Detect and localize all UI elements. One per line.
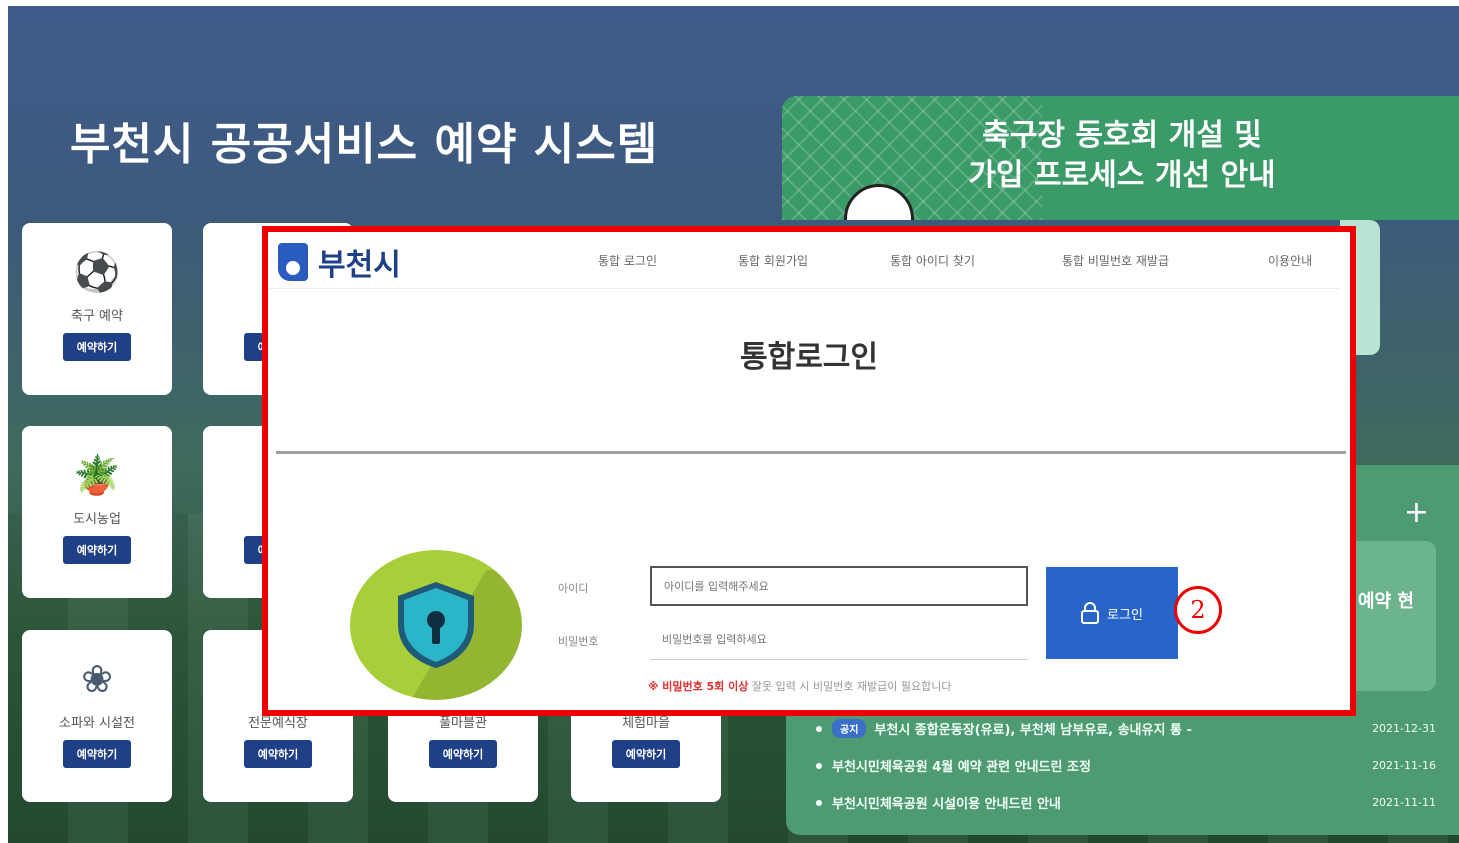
tile-urban-farm: 🪴 도시농업 예약하기: [22, 426, 172, 598]
logo-text: 부천시: [318, 248, 401, 283]
nav-login[interactable]: 통합 로그인: [598, 252, 738, 269]
lock-icon: [1081, 602, 1100, 624]
nav-signup[interactable]: 통합 회원가입: [738, 252, 890, 269]
password-label: 비밀번호: [558, 635, 599, 648]
banner-line1: 축구장 동호회 개설 및: [982, 118, 1262, 153]
banner-text: 축구장 동호회 개설 및 가입 프로세스 개선 안내: [922, 116, 1322, 196]
banner-line2: 가입 프로세스 개선 안내: [968, 158, 1276, 193]
notice-tag: 공지: [832, 719, 867, 738]
notice-highlight: 비밀번호 5회 이상: [662, 680, 749, 693]
reserve-button[interactable]: 예약하기: [611, 740, 681, 768]
password-notice: ※ 비밀번호 5회 이상 잘못 입력 시 비밀번호 재발급이 필요합니다: [648, 678, 952, 694]
nav-guide[interactable]: 이용안내: [1268, 252, 1328, 269]
login-heading: 통합로그인: [740, 340, 878, 375]
modal-nav: 통합 로그인 통합 회원가입 통합 아이디 찾기 통합 비밀번호 재발급 이용안…: [598, 252, 1328, 269]
tile-label: 소파와 시설전: [59, 716, 135, 731]
login-button-label: 로그인: [1107, 607, 1143, 623]
bullet-icon: [816, 762, 822, 769]
security-illustration: [350, 550, 522, 700]
news-item[interactable]: 부천시민체육공원 4월 예약 관련 안내드린 조정 2021-11-16: [816, 747, 1436, 784]
news-text: 부천시 종합운동장(유료), 부천체 남부유료, 송내유지 통 -: [874, 723, 1192, 738]
nav-find-id[interactable]: 통합 아이디 찾기: [890, 252, 1062, 269]
reserve-button[interactable]: 예약하기: [243, 740, 313, 768]
password-input[interactable]: [650, 620, 1028, 660]
tile-label: 도시농업: [73, 512, 121, 527]
news-date: 2021-11-11: [1372, 796, 1436, 809]
id-label: 아이디: [558, 582, 589, 595]
login-button[interactable]: 로그인: [1046, 567, 1178, 659]
bullet-icon: [816, 799, 822, 806]
reserve-button[interactable]: 예약하기: [62, 740, 132, 768]
nav-reset-password[interactable]: 통합 비밀번호 재발급: [1062, 252, 1268, 269]
tile-soccer: ⚽ 축구 예약 예약하기: [22, 223, 172, 395]
reserve-button[interactable]: 예약하기: [428, 740, 498, 768]
news-card[interactable]: 예약 현: [1346, 541, 1436, 691]
bullet-icon: [816, 725, 822, 732]
notice-prefix: ※: [648, 680, 659, 693]
news-date: 2021-12-31: [1372, 722, 1436, 735]
plus-icon[interactable]: +: [1404, 495, 1429, 530]
reserve-button[interactable]: 예약하기: [62, 536, 132, 564]
soccer-ball-icon: ⚽: [73, 250, 121, 294]
id-input[interactable]: [650, 566, 1028, 606]
divider: [276, 451, 1346, 454]
login-modal: 부천시 통합 로그인 통합 회원가입 통합 아이디 찾기 통합 비밀번호 재발급…: [262, 226, 1356, 716]
news-text: 부천시민체육공원 시설이용 안내드린 안내: [832, 797, 1061, 812]
shield-lock-icon: [398, 582, 474, 668]
page-title: 부천시 공공서비스 예약 시스템: [70, 119, 659, 170]
news-date: 2021-11-16: [1372, 759, 1436, 772]
step-number-badge: 2: [1174, 586, 1222, 634]
news-list: 공지 부천시 종합운동장(유료), 부천체 남부유료, 송내유지 통 - 202…: [816, 710, 1436, 821]
reserve-button[interactable]: 예약하기: [62, 333, 132, 361]
news-item[interactable]: 부천시민체육공원 시설이용 안내드린 안내 2021-11-11: [816, 784, 1436, 821]
plant-pot-icon: 🪴: [73, 453, 121, 497]
tile-facility: ❀ 소파와 시설전 예약하기: [22, 630, 172, 802]
bucheon-logo[interactable]: 부천시: [278, 240, 401, 284]
news-text: 부천시민체육공원 4월 예약 관련 안내드린 조정: [832, 760, 1091, 775]
fan-icon: ❀: [81, 657, 113, 701]
notice-text: 잘못 입력 시 비밀번호 재발급이 필요합니다: [751, 680, 952, 693]
bucheon-logo-icon: [278, 243, 308, 281]
promo-banner[interactable]: 축구장 동호회 개설 및 가입 프로세스 개선 안내: [782, 96, 1459, 220]
tile-label: 축구 예약: [71, 309, 123, 324]
modal-header: 부천시 통합 로그인 통합 회원가입 통합 아이디 찾기 통합 비밀번호 재발급…: [268, 232, 1340, 289]
